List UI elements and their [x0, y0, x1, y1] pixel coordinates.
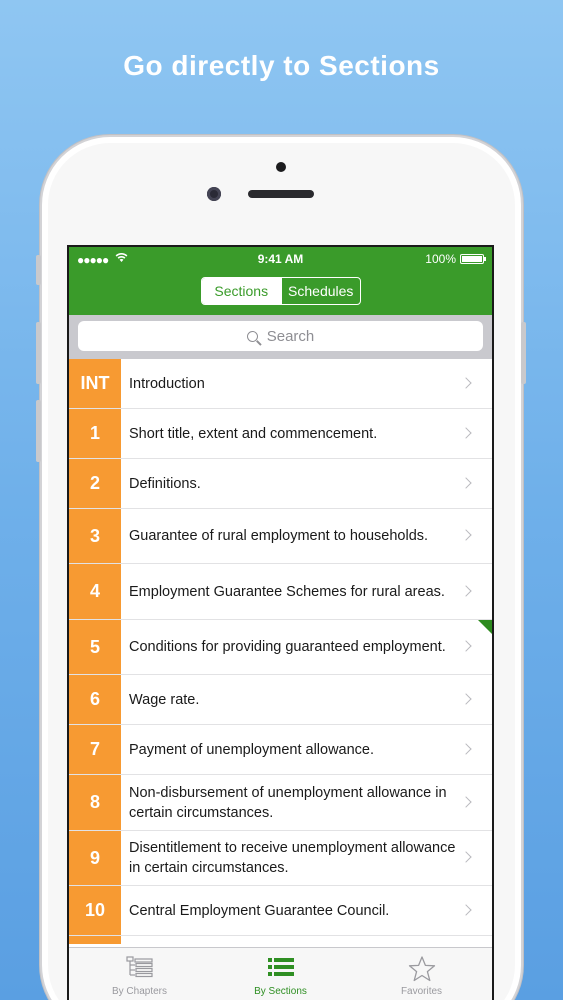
earpiece-speaker: [248, 190, 314, 198]
section-row-6[interactable]: 6 Wage rate.: [69, 675, 492, 725]
bookmark-corner-icon: [478, 620, 492, 634]
section-row-7[interactable]: 7 Payment of unemployment allowance.: [69, 725, 492, 775]
section-number: 5: [69, 620, 121, 674]
phone-volume-up: [36, 322, 41, 384]
sections-list-icon-glyph: [267, 958, 294, 976]
search-placeholder: Search: [266, 327, 315, 345]
section-row-10[interactable]: 10 Central Employment Guarantee Council.: [69, 886, 492, 936]
front-camera: [207, 187, 221, 201]
section-title: [121, 936, 492, 944]
section-title: Definitions.: [129, 475, 201, 492]
section-number: 2: [69, 459, 121, 508]
section-row-partial: [69, 936, 492, 944]
search-input[interactable]: Search: [78, 321, 483, 351]
section-row-int[interactable]: INT Introduction: [69, 359, 492, 409]
tab-bar: By Chapters By Sections Favorites: [69, 947, 492, 1000]
battery-percent: 100%: [425, 252, 456, 266]
tab-label: By Sections: [254, 986, 307, 997]
star-icon-glyph: [408, 956, 435, 982]
section-title: Short title, extent and commencement.: [129, 425, 378, 442]
section-row-1[interactable]: 1 Short title, extent and commencement.: [69, 409, 492, 459]
section-row-8[interactable]: 8 Non-disbursement of unemployment allow…: [69, 775, 492, 831]
sections-list-icon: [210, 956, 351, 980]
tab-by-sections[interactable]: By Sections: [210, 948, 351, 1000]
tab-label: By Chapters: [111, 986, 168, 997]
section-number: 10: [69, 886, 121, 935]
chapters-tree-icon: [69, 956, 210, 980]
section-row-3[interactable]: 3 Guarantee of rural employment to house…: [69, 509, 492, 564]
search-bar: Search: [69, 315, 492, 359]
section-number: 6: [69, 675, 121, 724]
section-title: Non-disbursement of unemployment allowan…: [129, 784, 447, 821]
section-row-4[interactable]: 4 Employment Guarantee Schemes for rural…: [69, 564, 492, 620]
search-icon: [246, 330, 258, 342]
phone-power-button: [521, 322, 526, 384]
proximity-sensor: [276, 162, 286, 172]
section-title: Guarantee of rural employment to househo…: [129, 528, 429, 544]
tab-label: Favorites: [400, 986, 443, 997]
section-title: Central Employment Guarantee Council.: [129, 902, 390, 919]
status-bar: ●●●●● 9:41 AM 100%: [69, 252, 492, 268]
section-row-9[interactable]: 9 Disentitlement to receive unemployment…: [69, 831, 492, 886]
section-number: 7: [69, 725, 121, 774]
section-title: Conditions for providing guaranteed empl…: [129, 639, 446, 655]
section-number: 8: [69, 775, 121, 830]
sections-schedules-segmented-control: Sections Schedules: [201, 277, 361, 305]
section-row-2[interactable]: 2 Definitions.: [69, 459, 492, 509]
headline: Go directly to Sections: [123, 50, 440, 81]
section-number: 9: [69, 831, 121, 885]
tab-by-chapters[interactable]: By Chapters: [69, 948, 210, 1000]
star-icon: [351, 956, 492, 982]
section-title: Payment of unemployment allowance.: [129, 741, 375, 758]
phone-volume-down: [36, 400, 41, 462]
navigation-bar: ●●●●● 9:41 AM 100% Sections Schedules: [69, 247, 492, 315]
section-title: Introduction: [129, 375, 205, 392]
section-title: Wage rate.: [129, 691, 200, 708]
segment-sections[interactable]: Sections: [202, 278, 281, 304]
battery-icon: [460, 254, 486, 264]
chapters-tree-icon-glyph: [125, 956, 153, 978]
segment-schedules[interactable]: Schedules: [280, 278, 361, 304]
section-number: 4: [69, 564, 121, 619]
section-title: Disentitlement to receive unemployment a…: [129, 840, 456, 876]
section-number: 1: [69, 409, 121, 458]
tab-favorites[interactable]: Favorites: [351, 948, 492, 1000]
sections-list: INT Introduction 1 Short title, extent a…: [69, 359, 492, 944]
section-number: [69, 936, 121, 944]
section-title: Employment Guarantee Schemes for rural a…: [129, 583, 445, 600]
section-row-5[interactable]: 5 Conditions for providing guaranteed em…: [69, 620, 492, 675]
section-number: INT: [69, 359, 121, 408]
phone-mute-switch: [36, 255, 41, 285]
section-number: 3: [69, 509, 121, 563]
app-screen: ●●●●● 9:41 AM 100% Sections Schedules Se…: [67, 245, 494, 1000]
